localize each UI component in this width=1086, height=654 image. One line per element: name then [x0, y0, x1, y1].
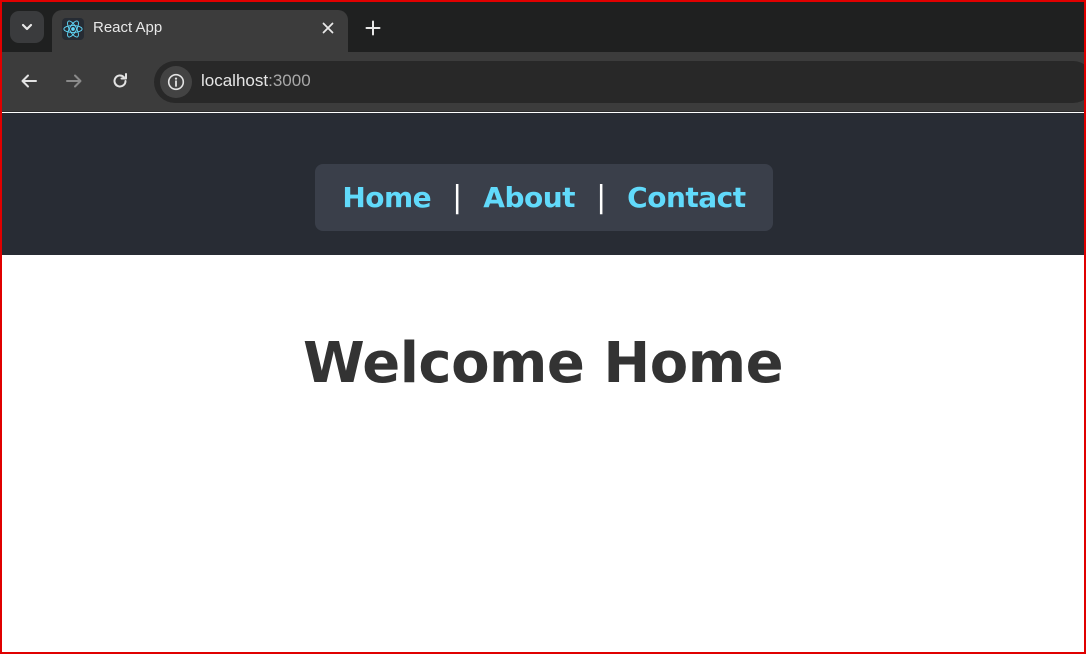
forward-arrow-icon: [66, 74, 82, 88]
forward-button[interactable]: [61, 68, 87, 94]
nav-separator: |: [452, 179, 463, 215]
navbar: Home | About | Contact: [315, 164, 773, 231]
reload-icon: [113, 73, 127, 88]
main-content: Welcome Home: [0, 255, 1086, 654]
site-info-button[interactable]: [160, 66, 192, 98]
app-header: Home | About | Contact: [0, 113, 1086, 255]
url-text[interactable]: localhost:3000: [201, 71, 311, 91]
nav-separator: |: [596, 179, 607, 215]
browser-toolbar: localhost:3000: [0, 52, 1086, 112]
back-arrow-icon: [21, 74, 37, 88]
close-icon: [322, 22, 334, 34]
nav-link-contact[interactable]: Contact: [627, 181, 746, 214]
nav-link-about[interactable]: About: [483, 181, 575, 214]
nav-link-home[interactable]: Home: [342, 181, 431, 214]
tab-close-button[interactable]: [318, 18, 338, 38]
reload-button[interactable]: [107, 68, 133, 94]
tab-search-button[interactable]: [10, 11, 44, 43]
tab-strip: React App: [0, 0, 1086, 52]
plus-icon: [365, 20, 381, 36]
browser-tab[interactable]: React App: [52, 10, 348, 52]
url-host: localhost: [201, 71, 269, 90]
back-button[interactable]: [16, 68, 42, 94]
url-port: :3000: [268, 71, 311, 90]
react-favicon-icon: [62, 18, 84, 40]
page-title: Welcome Home: [302, 331, 784, 396]
address-bar[interactable]: localhost:3000: [154, 61, 1086, 103]
info-icon: [167, 73, 185, 91]
tab-title: React App: [93, 19, 163, 36]
chevron-down-icon: [21, 23, 33, 31]
new-tab-button[interactable]: [360, 15, 386, 41]
